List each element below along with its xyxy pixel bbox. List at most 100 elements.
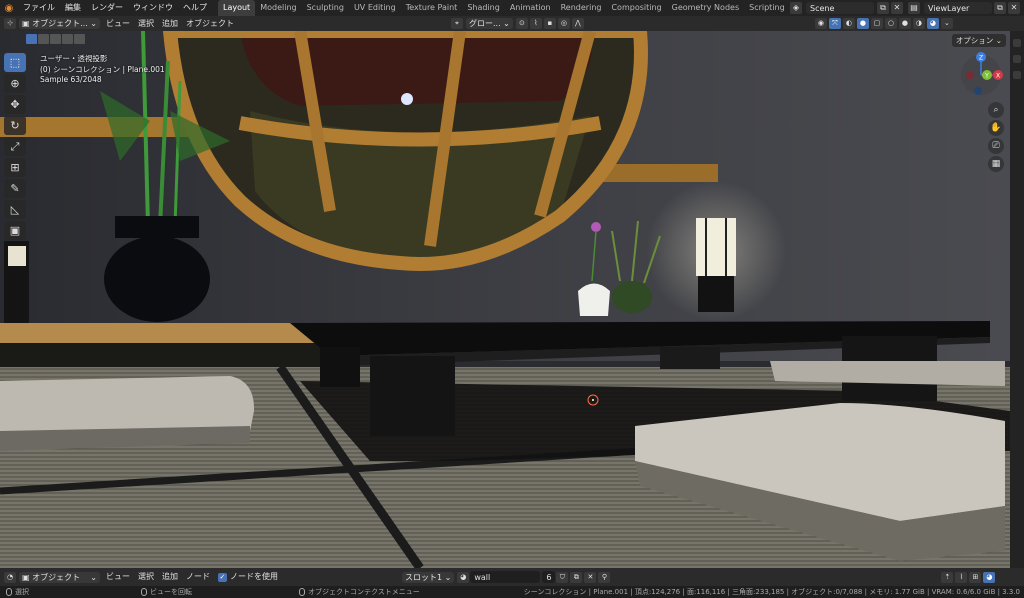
menu-select[interactable]: 選択 <box>134 16 158 31</box>
snap-icon[interactable]: ⌇ <box>529 18 542 29</box>
proportional-edit-icon[interactable]: ◎ <box>557 18 570 29</box>
unlink-material-icon[interactable]: ✕ <box>584 571 597 583</box>
falloff-icon[interactable]: ⋀ <box>571 18 584 29</box>
wireframe-shading-icon[interactable]: ○ <box>884 18 897 29</box>
editor-type-icon[interactable]: ⊹ <box>4 18 16 29</box>
bottom-menu-select[interactable]: 選択 <box>134 568 158 586</box>
new-view-layer-icon[interactable]: ⧉ <box>994 2 1006 14</box>
tab-texture-paint[interactable]: Texture Paint <box>401 0 463 16</box>
node-overlay-icon[interactable]: ⊞ <box>969 571 982 583</box>
rendered-shading-icon[interactable]: ◕ <box>926 18 939 29</box>
perspective-grid-icon[interactable]: ▦ <box>988 156 1004 172</box>
3d-viewport[interactable]: ユーザー・透視投影 (0) シーンコレクション | Plane.001 Samp… <box>0 31 1010 568</box>
select-box-icon[interactable]: ⬚ <box>4 53 26 72</box>
object-mode-dropdown[interactable]: ▣ オブジェクト... ⌄ <box>19 18 100 29</box>
material-shading-icon[interactable]: ◑ <box>912 18 925 29</box>
tab-geometry-nodes[interactable]: Geometry Nodes <box>667 0 744 16</box>
menu-object[interactable]: オブジェクト <box>182 16 238 31</box>
bottom-object-mode-dropdown[interactable]: ▣ オブジェクト ⌄ <box>19 571 100 583</box>
select-intersect-icon[interactable] <box>74 34 85 44</box>
view-layer-icon[interactable]: ▤ <box>908 2 920 14</box>
tab-compositing[interactable]: Compositing <box>606 0 666 16</box>
scene-selector[interactable]: Scene <box>806 2 874 14</box>
pivot-icon[interactable]: ⊙ <box>515 18 528 29</box>
select-subtract-icon[interactable] <box>50 34 61 44</box>
camera-icon[interactable]: ⎚ <box>988 138 1004 154</box>
zoom-icon[interactable]: ⌕ <box>988 102 1004 118</box>
duplicate-material-icon[interactable]: ⧉ <box>570 571 583 583</box>
move-icon[interactable]: ✥ <box>4 95 26 114</box>
menu-file[interactable]: ファイル <box>18 0 60 16</box>
top-menu-bar: ◉ ファイル 編集 レンダー ウィンドウ ヘルプ Layout Modeling… <box>0 0 1024 16</box>
rotate-icon[interactable]: ↻ <box>4 116 26 135</box>
object-mode-label: オブジェクト... <box>32 19 88 28</box>
slot-dropdown[interactable]: スロット1 ⌄ <box>401 571 455 583</box>
sidebar-tabs <box>1010 31 1024 568</box>
navigation-gizmo[interactable]: Z Y X <box>958 51 1004 99</box>
select-invert-icon[interactable] <box>62 34 73 44</box>
bottom-menu-view[interactable]: ビュー <box>102 568 134 586</box>
axis-gizmo[interactable]: Z Y X <box>958 51 1004 99</box>
shading-options-icon[interactable]: ⌄ <box>940 18 953 29</box>
tab-animation[interactable]: Animation <box>505 0 556 16</box>
blender-logo-icon[interactable]: ◉ <box>0 0 18 16</box>
new-scene-icon[interactable]: ⧉ <box>877 2 889 14</box>
transform-orientation-dropdown[interactable]: グロー... ⌄ <box>466 18 513 29</box>
visibility-icon[interactable]: ◉ <box>814 18 827 29</box>
delete-view-layer-icon[interactable]: ✕ <box>1008 2 1020 14</box>
menu-window[interactable]: ウィンドウ <box>128 0 178 16</box>
tab-scripting[interactable]: Scripting <box>744 0 790 16</box>
add-cube-icon[interactable]: ▣ <box>4 221 26 240</box>
menu-edit[interactable]: 編集 <box>60 0 86 16</box>
cursor-icon[interactable]: ⊕ <box>4 74 26 93</box>
cube-icon: ▣ <box>22 19 33 28</box>
annotate-icon[interactable]: ✎ <box>4 179 26 198</box>
context-hint-label: オブジェクトコンテクストメニュー <box>308 588 420 596</box>
tab-modeling[interactable]: Modeling <box>255 0 301 16</box>
measure-icon[interactable]: ◺ <box>4 200 26 219</box>
parent-node-icon[interactable]: ⇡ <box>941 571 954 583</box>
tab-shading[interactable]: Shading <box>462 0 505 16</box>
transform-icon[interactable]: ⊞ <box>4 158 26 177</box>
use-nodes-toggle[interactable]: ✓ ノードを使用 <box>214 568 282 586</box>
tab-rendering[interactable]: Rendering <box>556 0 607 16</box>
overlay-icon[interactable]: ◐ <box>842 18 855 29</box>
select-extend-icon[interactable] <box>38 34 49 44</box>
menu-add[interactable]: 追加 <box>158 16 182 31</box>
material-browse-icon[interactable]: ◕ <box>457 571 470 583</box>
options-dropdown[interactable]: オプション ⌄ <box>951 34 1006 47</box>
pin-icon[interactable]: ⚲ <box>598 571 611 583</box>
tab-uv-editing[interactable]: UV Editing <box>349 0 401 16</box>
sidebar-tab-view[interactable] <box>1013 71 1021 79</box>
sidebar-tab-tool[interactable] <box>1013 55 1021 63</box>
select-new-icon[interactable] <box>26 34 37 44</box>
users-count: 6 <box>546 572 552 582</box>
material-name-field[interactable]: wall <box>470 571 541 583</box>
bottom-menu-add[interactable]: 追加 <box>158 568 182 586</box>
menu-view[interactable]: ビュー <box>102 16 134 31</box>
gizmo-toggle-icon[interactable]: ⤧ <box>828 18 841 29</box>
tab-sculpting[interactable]: Sculpting <box>302 0 349 16</box>
material-users-count[interactable]: 6 <box>542 571 556 583</box>
xray-icon[interactable]: ▢ <box>870 18 883 29</box>
node-preview-icon[interactable]: ◕ <box>983 571 996 583</box>
editor-type-icon[interactable]: ◔ <box>4 571 16 583</box>
solid-shading-icon[interactable]: ● <box>898 18 911 29</box>
sidebar-tab-item[interactable] <box>1013 39 1021 47</box>
snap-node-icon[interactable]: ⌇ <box>955 571 968 583</box>
menu-help[interactable]: ヘルプ <box>178 0 212 16</box>
snap-target-icon[interactable]: ▪ <box>543 18 556 29</box>
scale-icon[interactable]: ⤢ <box>4 137 26 156</box>
delete-scene-icon[interactable]: ✕ <box>891 2 903 14</box>
view-layer-selector[interactable]: ViewLayer <box>924 2 992 14</box>
menu-render[interactable]: レンダー <box>86 0 128 16</box>
scene-icon[interactable]: ◈ <box>790 2 802 14</box>
bottom-menu-node[interactable]: ノード <box>182 568 214 586</box>
overlay-toggle-icon[interactable]: ● <box>856 18 869 29</box>
selection-modes <box>26 34 86 44</box>
pan-hand-icon[interactable]: ✋ <box>988 120 1004 136</box>
tab-layout[interactable]: Layout <box>218 0 256 16</box>
fake-user-shield-icon[interactable]: ⛉ <box>556 571 569 583</box>
gizmo-y-label: Y <box>984 73 989 80</box>
bottom-mode-label: オブジェクト <box>32 572 81 582</box>
